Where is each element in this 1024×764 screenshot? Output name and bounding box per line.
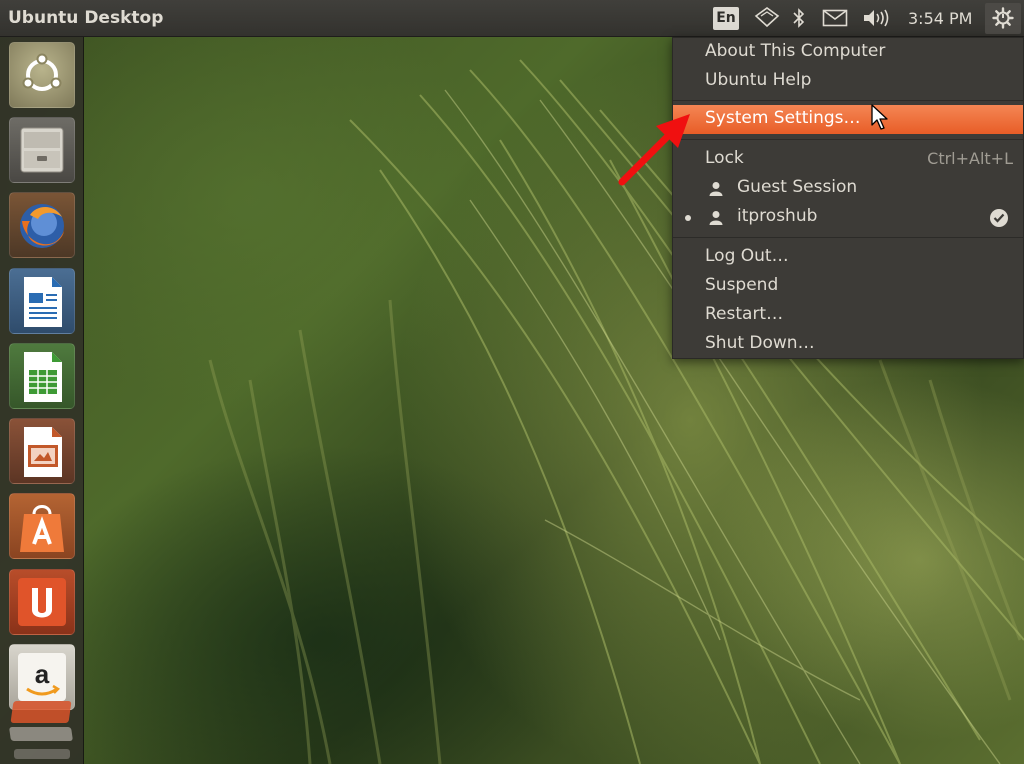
session-gear-icon: [992, 7, 1014, 29]
menu-item-label: Ubuntu Help: [705, 70, 812, 90]
files-launcher-button[interactable]: [9, 117, 75, 183]
ubuntu-one-icon: [18, 578, 66, 626]
writer-document-icon: [24, 277, 62, 327]
annotation-arrow-icon: [618, 114, 690, 186]
calc-launcher-button[interactable]: [9, 343, 75, 409]
session-menu-button[interactable]: [985, 3, 1021, 34]
menu-item-current-user[interactable]: itproshub: [673, 203, 1023, 232]
window-title: Ubuntu Desktop: [8, 8, 164, 28]
menu-separator: [673, 100, 1023, 101]
network-wifi-icon[interactable]: [754, 7, 780, 29]
dash-home-button[interactable]: [9, 42, 75, 108]
menu-item-log-out[interactable]: Log Out…: [673, 243, 1023, 272]
menu-item-help[interactable]: Ubuntu Help: [673, 67, 1023, 96]
menu-item-label: Log Out…: [705, 246, 789, 266]
menu-item-label: Lock: [705, 148, 744, 168]
firefox-launcher-button[interactable]: [9, 192, 75, 258]
menu-item-label: Shut Down…: [705, 333, 815, 353]
shopping-bag-icon: [20, 505, 64, 552]
software-center-launcher-button[interactable]: [9, 493, 75, 559]
mouse-cursor-icon: [871, 104, 888, 130]
user-icon: [709, 211, 723, 225]
menu-separator: [673, 237, 1023, 238]
menu-item-label: Guest Session: [737, 177, 858, 197]
volume-icon[interactable]: [862, 7, 890, 29]
bluetooth-icon[interactable]: [792, 7, 806, 29]
lock-shortcut: Ctrl+Alt+L: [927, 149, 1013, 168]
ubuntu-logo-icon: [22, 53, 62, 91]
menu-separator: [673, 139, 1023, 140]
keyboard-layout-indicator[interactable]: En: [713, 7, 739, 30]
menu-item-label: System Settings…: [705, 108, 861, 128]
file-cabinet-icon: [20, 127, 64, 173]
menu-item-label: Suspend: [705, 275, 779, 295]
folded-launcher-item[interactable]: [10, 701, 72, 723]
amazon-icon: a: [18, 653, 66, 701]
menu-item-lock[interactable]: Lock Ctrl+Alt+L: [673, 145, 1023, 174]
launcher: a: [0, 37, 84, 764]
impress-presentation-icon: [24, 427, 62, 477]
session-menu: About This Computer Ubuntu Help System S…: [672, 37, 1024, 359]
menu-item-guest-session[interactable]: Guest Session: [673, 174, 1023, 203]
calc-spreadsheet-icon: [24, 352, 62, 402]
menu-item-shut-down[interactable]: Shut Down…: [673, 330, 1023, 359]
folded-launcher-item[interactable]: [9, 727, 73, 741]
menu-item-label: About This Computer: [705, 41, 886, 61]
firefox-icon: [20, 204, 64, 248]
menu-item-suspend[interactable]: Suspend: [673, 272, 1023, 301]
ubuntu-one-launcher-button[interactable]: [9, 569, 75, 635]
active-user-dot: [685, 215, 691, 221]
top-panel: Ubuntu Desktop En 3:54 PM: [0, 0, 1024, 37]
mail-envelope-icon[interactable]: [822, 7, 848, 29]
clock[interactable]: 3:54 PM: [908, 9, 972, 28]
folded-launcher-item[interactable]: [14, 749, 70, 759]
impress-launcher-button[interactable]: [9, 418, 75, 484]
writer-launcher-button[interactable]: [9, 268, 75, 334]
user-icon: [709, 182, 723, 196]
checkmark-icon: [990, 209, 1008, 227]
menu-item-restart[interactable]: Restart…: [673, 301, 1023, 330]
menu-item-label: itproshub: [737, 206, 818, 226]
svg-text:a: a: [35, 659, 50, 689]
menu-item-label: Restart…: [705, 304, 784, 324]
menu-item-system-settings[interactable]: System Settings…: [673, 105, 1023, 134]
menu-item-about[interactable]: About This Computer: [673, 38, 1023, 67]
